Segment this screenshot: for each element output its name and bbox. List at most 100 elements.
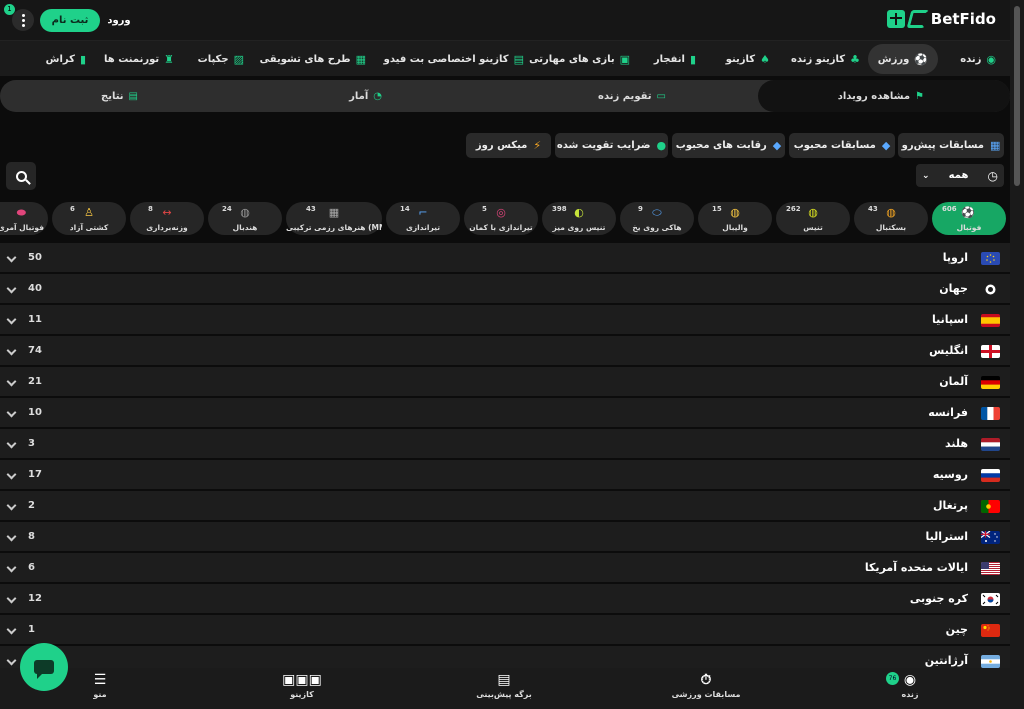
sport-shooting[interactable]: 14 ⌐ تیراندازی xyxy=(386,202,460,235)
gift-icon[interactable] xyxy=(886,10,905,28)
nav-item-live-casino[interactable]: کازینو زنده ♣ xyxy=(791,41,860,77)
list-item[interactable]: جهان 40 xyxy=(0,274,1010,305)
chevron-down-icon[interactable] xyxy=(6,469,17,480)
filter-upcoming[interactable]: مسابقات پیش‌رو ▦ xyxy=(898,133,1004,158)
filter-boosted-odds[interactable]: ضرایب تقویت شده ● xyxy=(555,133,668,158)
england-flag-icon xyxy=(981,345,1000,358)
south-korea-flag-icon xyxy=(981,593,1000,606)
nav-item-crash-explosion[interactable]: انفجار ▮ xyxy=(654,41,696,77)
list-item[interactable]: آلمان 21 xyxy=(0,367,1010,398)
nav-item-live[interactable]: زنده ◉ xyxy=(960,41,996,77)
australia-flag-icon xyxy=(981,531,1000,544)
sport-ice-hockey[interactable]: 9 ⬭ هاکی روی یخ xyxy=(620,202,694,235)
nav-item-jackpot[interactable]: جکپات ▨ xyxy=(198,41,244,77)
list-item[interactable]: استرالیا 8 xyxy=(0,522,1010,553)
handball-icon: ◍ xyxy=(240,206,250,219)
sport-mma[interactable]: 43 ▦ هنرهای رزمی ترکیبی (MMA) xyxy=(286,202,382,235)
list-item[interactable]: هلند 3 xyxy=(0,429,1010,460)
chevron-down-icon[interactable] xyxy=(6,407,17,418)
spain-flag-icon xyxy=(981,314,1000,327)
chevron-down-icon[interactable] xyxy=(6,438,17,449)
list-item[interactable]: اسپانیا 11 xyxy=(0,305,1010,336)
time-filter-select[interactable]: ⌄ همه ◷ xyxy=(916,164,1004,187)
sport-handball[interactable]: 24 ◍ هندبال xyxy=(208,202,282,235)
chevron-down-icon[interactable] xyxy=(6,283,17,294)
list-item[interactable]: انگلیس 74 xyxy=(0,336,1010,367)
list-item[interactable]: ایالات متحده آمریکا 6 xyxy=(0,553,1010,584)
chevron-down-icon[interactable] xyxy=(6,624,17,635)
brand-name: BetFido xyxy=(930,10,996,28)
sport-archery[interactable]: 5 ◎ تیراندازی با کمان xyxy=(464,202,538,235)
filter-daily-mix[interactable]: میکس روز ⚡ xyxy=(466,133,551,158)
chevron-down-icon[interactable] xyxy=(6,345,17,356)
list-item[interactable]: کره جنوبی 12 xyxy=(0,584,1010,615)
bottom-tab-sports[interactable]: ⏱ مسابقات ورزشی xyxy=(646,668,766,709)
scrollbar-thumb[interactable] xyxy=(1014,6,1020,186)
diamond-icon: ◆ xyxy=(881,139,891,152)
sport-tennis[interactable]: 262 ◍ تنیس xyxy=(776,202,850,235)
register-button[interactable]: ثبت نام xyxy=(40,9,100,32)
nav-item-crash[interactable]: کراش ▮ xyxy=(46,41,86,77)
cart-icon: ▨ xyxy=(233,52,244,66)
sport-volleyball[interactable]: 15 ◍ والیبال xyxy=(698,202,772,235)
chevron-down-icon[interactable] xyxy=(6,655,17,666)
tab-statistics[interactable]: آمار ◔ xyxy=(349,80,382,112)
dealer-icon: ♣ xyxy=(850,52,860,66)
filter-popular-competitions[interactable]: رقابت های محبوب ◆ xyxy=(672,133,785,158)
nav-item-tournaments[interactable]: تورنمنت ها ♜ xyxy=(104,41,174,77)
list-item[interactable]: فرانسه 10 xyxy=(0,398,1010,429)
event-icon: ⚑ xyxy=(915,90,924,102)
sport-basketball[interactable]: 43 ◍ بسکتبال xyxy=(854,202,928,235)
sport-wrestling[interactable]: 6 ♙ کشتی آزاد xyxy=(52,202,126,235)
page-scrollbar[interactable] xyxy=(1010,0,1024,709)
bottom-tab-betslip[interactable]: ▤ برگه پیش‌بینی xyxy=(444,668,564,709)
portugal-flag-icon xyxy=(981,500,1000,513)
gift-icon: ▦ xyxy=(355,52,366,66)
chevron-down-icon[interactable] xyxy=(6,252,17,263)
weightlifting-icon: ↔ xyxy=(162,206,172,219)
chevron-down-icon[interactable] xyxy=(6,314,17,325)
nav-item-sports[interactable]: ورزش ⚽ xyxy=(867,44,938,74)
nav-item-skill-games[interactable]: بازی های مهارتی ▣ xyxy=(529,41,630,77)
bottom-tab-live[interactable]: ◉ زنده xyxy=(850,668,970,709)
notification-badge: 1 xyxy=(4,4,15,15)
sport-american-football[interactable]: ⬬ فوتبال آمری xyxy=(0,202,48,235)
nav-item-casino[interactable]: کازینو ♠ xyxy=(726,41,770,77)
bottom-tab-casino[interactable]: ▣▣▣ کازینو xyxy=(242,668,362,709)
sport-weightlifting[interactable]: 8 ↔ وزنه‌برداری xyxy=(130,202,204,235)
usa-flag-icon xyxy=(981,562,1000,575)
sport-table-tennis[interactable]: 398 ◐ تنیس روی میز xyxy=(542,202,616,235)
nav-item-exclusive-casino[interactable]: کازینو اختصاصی بت فیدو ▤ xyxy=(384,41,524,77)
eu-flag-icon xyxy=(981,252,1000,265)
main-nav: زنده ◉ ورزش ⚽ کازینو زنده ♣ کازینو ♠ انفجار ▮… xyxy=(0,40,1010,76)
list-item[interactable]: اروپا 50 xyxy=(0,243,1010,274)
live-icon: ◉ xyxy=(986,52,996,66)
sport-football[interactable]: 606 ⚽ فوتبال xyxy=(932,202,1006,235)
russia-flag-icon xyxy=(981,469,1000,482)
tab-event-view[interactable]: مشاهده رویداد ⚑ xyxy=(838,80,924,112)
archery-icon: ◎ xyxy=(496,206,506,219)
american-football-icon: ⬬ xyxy=(16,206,26,219)
dice-icon: ▣ xyxy=(619,52,630,66)
search-button[interactable] xyxy=(6,162,36,190)
football-icon: ⚽ xyxy=(914,52,928,66)
more-menu-button[interactable] xyxy=(12,9,34,31)
mma-icon: ▦ xyxy=(328,206,340,219)
tab-results[interactable]: نتایج ▤ xyxy=(101,80,138,112)
chevron-down-icon[interactable] xyxy=(6,376,17,387)
chevron-down-icon[interactable] xyxy=(6,593,17,604)
list-item[interactable]: چین 1 xyxy=(0,615,1010,646)
list-item[interactable]: روسیه 17 xyxy=(0,460,1010,491)
nav-item-promotions[interactable]: طرح های تشویقی ▦ xyxy=(260,41,366,77)
tab-live-calendar[interactable]: تقویم زنده ▭ xyxy=(598,80,666,112)
filter-popular-matches[interactable]: مسابقات محبوب ◆ xyxy=(789,133,895,158)
chevron-down-icon[interactable] xyxy=(6,500,17,511)
live-chat-button[interactable] xyxy=(20,643,68,691)
chevron-down-icon[interactable] xyxy=(6,562,17,573)
chevron-down-icon[interactable] xyxy=(6,531,17,542)
logo-mark-icon xyxy=(906,10,930,28)
betfido-logo[interactable]: BetFido xyxy=(886,8,996,30)
list-item[interactable]: پرتغال 2 xyxy=(0,491,1010,522)
login-button[interactable]: ورود xyxy=(104,9,134,32)
football-icon: ⚽ xyxy=(961,206,975,219)
